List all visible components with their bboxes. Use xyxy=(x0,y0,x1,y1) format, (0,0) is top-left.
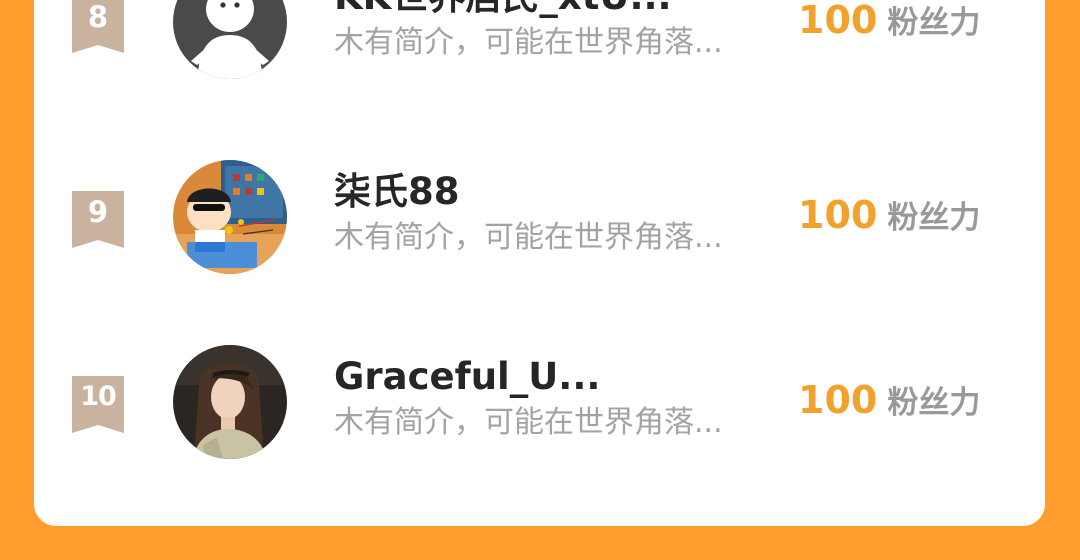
score-unit: 粉丝力 xyxy=(887,385,981,421)
avatar[interactable] xyxy=(173,160,287,274)
rank-number: 10 xyxy=(80,381,117,412)
rank-number: 9 xyxy=(87,195,109,229)
score-value: 100 xyxy=(798,0,878,42)
score-unit: 粉丝力 xyxy=(887,5,981,41)
fan-power-score: 100 粉丝力 xyxy=(798,187,980,243)
avatar[interactable] xyxy=(173,0,287,79)
score-value: 100 xyxy=(798,193,878,237)
rank-badge: 9 xyxy=(72,191,124,248)
user-bio: 木有简介，可能在世界角落... xyxy=(334,405,723,440)
user-name[interactable]: KK世界居民_xtU... xyxy=(334,0,672,19)
cartoon-boy-photo-icon xyxy=(173,160,287,274)
user-bio: 木有简介，可能在世界角落... xyxy=(334,220,723,255)
avatar[interactable] xyxy=(173,345,287,459)
user-name[interactable]: 柒氏88 xyxy=(334,170,460,214)
woman-portrait-photo-icon xyxy=(173,345,287,459)
user-name[interactable]: Graceful_U... xyxy=(334,355,600,399)
default-person-avatar-icon xyxy=(173,0,287,79)
score-value: 100 xyxy=(798,378,878,422)
ranking-row[interactable]: 8 KK世界居民_xtU... 木有简介，可能在世界角落... 100粉丝力 xyxy=(34,0,1045,80)
user-bio: 木有简介，可能在世界角落... xyxy=(334,25,723,60)
rank-badge: 10 xyxy=(72,376,124,433)
ranking-card: 8 KK世界居民_xtU... 木有简介，可能在世界角落... 100粉丝力 xyxy=(34,0,1045,526)
fan-ranking-page: 8 KK世界居民_xtU... 木有简介，可能在世界角落... 100粉丝力 xyxy=(0,0,1080,560)
rank-number: 8 xyxy=(87,0,109,34)
fan-power-score: 100 粉丝力 xyxy=(798,372,980,428)
ranking-row[interactable]: 10 Graceful_U... 木有简介，可能在世界角落... 100 粉丝力 xyxy=(34,340,1045,460)
score-unit: 粉丝力 xyxy=(887,200,981,236)
rank-badge: 8 xyxy=(72,0,124,53)
ranking-row[interactable]: 9 柒氏88 木有简介，可能在世界角落... 100 粉丝力 xyxy=(34,155,1045,275)
fan-power-score: 100 粉丝力 xyxy=(798,0,980,48)
